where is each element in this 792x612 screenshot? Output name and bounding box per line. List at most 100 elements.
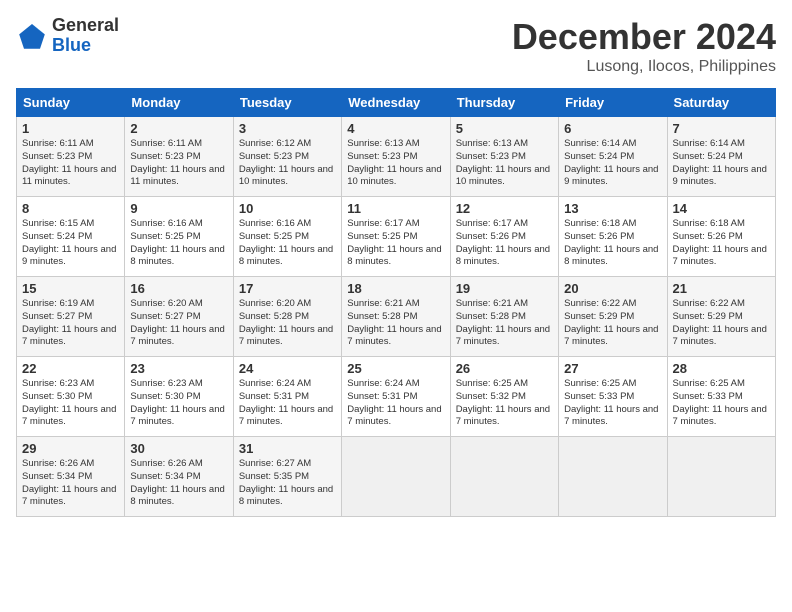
day-number: 9 <box>130 201 227 216</box>
day-number: 26 <box>456 361 553 376</box>
day-info: Sunrise: 6:24 AMSunset: 5:31 PMDaylight:… <box>239 378 333 427</box>
calendar-day: 19 Sunrise: 6:21 AMSunset: 5:28 PMDayligh… <box>450 277 558 357</box>
calendar-day: 6Sunrise: 6:14 AMSunset: 5:24 PMDaylight… <box>559 117 667 197</box>
day-number: 25 <box>347 361 444 376</box>
calendar-day <box>559 437 667 517</box>
calendar-week-4: 22 Sunrise: 6:23 AMSunset: 5:30 PMDayligh… <box>17 357 776 437</box>
calendar-day: 16 Sunrise: 6:20 AMSunset: 5:27 PMDayligh… <box>125 277 233 357</box>
calendar-day: 26 Sunrise: 6:25 AMSunset: 5:32 PMDayligh… <box>450 357 558 437</box>
day-header-sunday: Sunday <box>17 89 125 117</box>
day-info: Sunrise: 6:25 AMSunset: 5:32 PMDaylight:… <box>456 378 550 427</box>
calendar-day: 14 Sunrise: 6:18 AMSunset: 5:26 PMDayligh… <box>667 197 775 277</box>
day-number: 24 <box>239 361 336 376</box>
day-info: Sunrise: 6:23 AMSunset: 5:30 PMDaylight:… <box>130 378 224 427</box>
calendar-day: 12 Sunrise: 6:17 AMSunset: 5:26 PMDayligh… <box>450 197 558 277</box>
day-header-thursday: Thursday <box>450 89 558 117</box>
location-title: Lusong, Ilocos, Philippines <box>512 58 776 76</box>
calendar-day: 28Sunrise: 6:25 AMSunset: 5:33 PMDayligh… <box>667 357 775 437</box>
day-number: 17 <box>239 281 336 296</box>
day-number: 23 <box>130 361 227 376</box>
calendar-day: 18 Sunrise: 6:21 AMSunset: 5:28 PMDayligh… <box>342 277 450 357</box>
day-info: Sunrise: 6:21 AMSunset: 5:28 PMDaylight:… <box>347 298 441 347</box>
day-number: 19 <box>456 281 553 296</box>
title-block: December 2024 Lusong, Ilocos, Philippine… <box>512 16 776 76</box>
calendar-day: 29 Sunrise: 6:26 AMSunset: 5:34 PMDayligh… <box>17 437 125 517</box>
day-header-tuesday: Tuesday <box>233 89 341 117</box>
day-number: 8 <box>22 201 119 216</box>
day-info: Sunrise: 6:18 AMSunset: 5:26 PMDaylight:… <box>564 218 658 267</box>
day-number: 6 <box>564 121 661 136</box>
day-number: 29 <box>22 441 119 456</box>
day-number: 20 <box>564 281 661 296</box>
day-info: Sunrise: 6:22 AMSunset: 5:29 PMDaylight:… <box>673 298 767 347</box>
calendar-day: 10 Sunrise: 6:16 AMSunset: 5:25 PMDayligh… <box>233 197 341 277</box>
day-number: 22 <box>22 361 119 376</box>
day-info: Sunrise: 6:26 AMSunset: 5:34 PMDaylight:… <box>22 458 116 507</box>
day-number: 12 <box>456 201 553 216</box>
day-number: 5 <box>456 121 553 136</box>
day-number: 2 <box>130 121 227 136</box>
day-info: Sunrise: 6:19 AMSunset: 5:27 PMDaylight:… <box>22 298 116 347</box>
month-title: December 2024 <box>512 16 776 58</box>
calendar-day: 21Sunrise: 6:22 AMSunset: 5:29 PMDayligh… <box>667 277 775 357</box>
calendar-day: 13 Sunrise: 6:18 AMSunset: 5:26 PMDayligh… <box>559 197 667 277</box>
day-number: 18 <box>347 281 444 296</box>
calendar-day: 11Sunrise: 6:17 AMSunset: 5:25 PMDayligh… <box>342 197 450 277</box>
calendar-day: 22Sunrise: 6:23 AMSunset: 5:30 PMDayligh… <box>17 357 125 437</box>
day-header-monday: Monday <box>125 89 233 117</box>
calendar-day <box>667 437 775 517</box>
day-info: Sunrise: 6:21 AMSunset: 5:28 PMDaylight:… <box>456 298 550 347</box>
day-number: 4 <box>347 121 444 136</box>
calendar-week-3: 15Sunrise: 6:19 AMSunset: 5:27 PMDayligh… <box>17 277 776 357</box>
day-info: Sunrise: 6:11 AMSunset: 5:23 PMDaylight:… <box>130 138 224 187</box>
day-info: Sunrise: 6:16 AMSunset: 5:25 PMDaylight:… <box>239 218 333 267</box>
calendar-day: 9 Sunrise: 6:16 AMSunset: 5:25 PMDaylight… <box>125 197 233 277</box>
calendar-day: 25 Sunrise: 6:24 AMSunset: 5:31 PMDayligh… <box>342 357 450 437</box>
day-info: Sunrise: 6:12 AMSunset: 5:23 PMDaylight:… <box>239 138 333 187</box>
calendar-header-row: SundayMondayTuesdayWednesdayThursdayFrid… <box>17 89 776 117</box>
calendar-day: 30Sunrise: 6:26 AMSunset: 5:34 PMDayligh… <box>125 437 233 517</box>
day-number: 3 <box>239 121 336 136</box>
calendar-day: 24 Sunrise: 6:24 AMSunset: 5:31 PMDayligh… <box>233 357 341 437</box>
calendar-day: 15Sunrise: 6:19 AMSunset: 5:27 PMDayligh… <box>17 277 125 357</box>
calendar-day: 2 Sunrise: 6:11 AMSunset: 5:23 PMDaylight… <box>125 117 233 197</box>
day-number: 28 <box>673 361 770 376</box>
calendar-day: 8Sunrise: 6:15 AMSunset: 5:24 PMDaylight… <box>17 197 125 277</box>
day-info: Sunrise: 6:22 AMSunset: 5:29 PMDaylight:… <box>564 298 658 347</box>
day-number: 10 <box>239 201 336 216</box>
day-number: 31 <box>239 441 336 456</box>
day-info: Sunrise: 6:11 AMSunset: 5:23 PMDaylight:… <box>22 138 116 187</box>
day-number: 1 <box>22 121 119 136</box>
day-info: Sunrise: 6:18 AMSunset: 5:26 PMDaylight:… <box>673 218 767 267</box>
day-info: Sunrise: 6:17 AMSunset: 5:25 PMDaylight:… <box>347 218 441 267</box>
page-header: General Blue December 2024 Lusong, Iloco… <box>16 16 776 76</box>
calendar-table: SundayMondayTuesdayWednesdayThursdayFrid… <box>16 88 776 517</box>
calendar-day: 4 Sunrise: 6:13 AMSunset: 5:23 PMDaylight… <box>342 117 450 197</box>
day-number: 27 <box>564 361 661 376</box>
calendar-week-2: 8Sunrise: 6:15 AMSunset: 5:24 PMDaylight… <box>17 197 776 277</box>
calendar-day: 31 Sunrise: 6:27 AMSunset: 5:35 PMDayligh… <box>233 437 341 517</box>
calendar-day: 20 Sunrise: 6:22 AMSunset: 5:29 PMDayligh… <box>559 277 667 357</box>
day-header-friday: Friday <box>559 89 667 117</box>
logo-general-text: General <box>52 15 119 35</box>
calendar-day <box>342 437 450 517</box>
calendar-day <box>450 437 558 517</box>
calendar-day: 23 Sunrise: 6:23 AMSunset: 5:30 PMDayligh… <box>125 357 233 437</box>
day-number: 14 <box>673 201 770 216</box>
day-info: Sunrise: 6:24 AMSunset: 5:31 PMDaylight:… <box>347 378 441 427</box>
calendar-day: 5 Sunrise: 6:13 AMSunset: 5:23 PMDaylight… <box>450 117 558 197</box>
calendar-day: 17Sunrise: 6:20 AMSunset: 5:28 PMDayligh… <box>233 277 341 357</box>
day-info: Sunrise: 6:17 AMSunset: 5:26 PMDaylight:… <box>456 218 550 267</box>
calendar-week-1: 1 Sunrise: 6:11 AMSunset: 5:23 PMDaylight… <box>17 117 776 197</box>
day-info: Sunrise: 6:13 AMSunset: 5:23 PMDaylight:… <box>456 138 550 187</box>
day-info: Sunrise: 6:27 AMSunset: 5:35 PMDaylight:… <box>239 458 333 507</box>
day-info: Sunrise: 6:20 AMSunset: 5:27 PMDaylight:… <box>130 298 224 347</box>
day-info: Sunrise: 6:14 AMSunset: 5:24 PMDaylight:… <box>673 138 767 187</box>
day-number: 13 <box>564 201 661 216</box>
day-info: Sunrise: 6:25 AMSunset: 5:33 PMDaylight:… <box>564 378 658 427</box>
day-number: 16 <box>130 281 227 296</box>
logo-icon <box>16 20 48 52</box>
day-info: Sunrise: 6:13 AMSunset: 5:23 PMDaylight:… <box>347 138 441 187</box>
logo: General Blue <box>16 16 119 56</box>
day-info: Sunrise: 6:16 AMSunset: 5:25 PMDaylight:… <box>130 218 224 267</box>
